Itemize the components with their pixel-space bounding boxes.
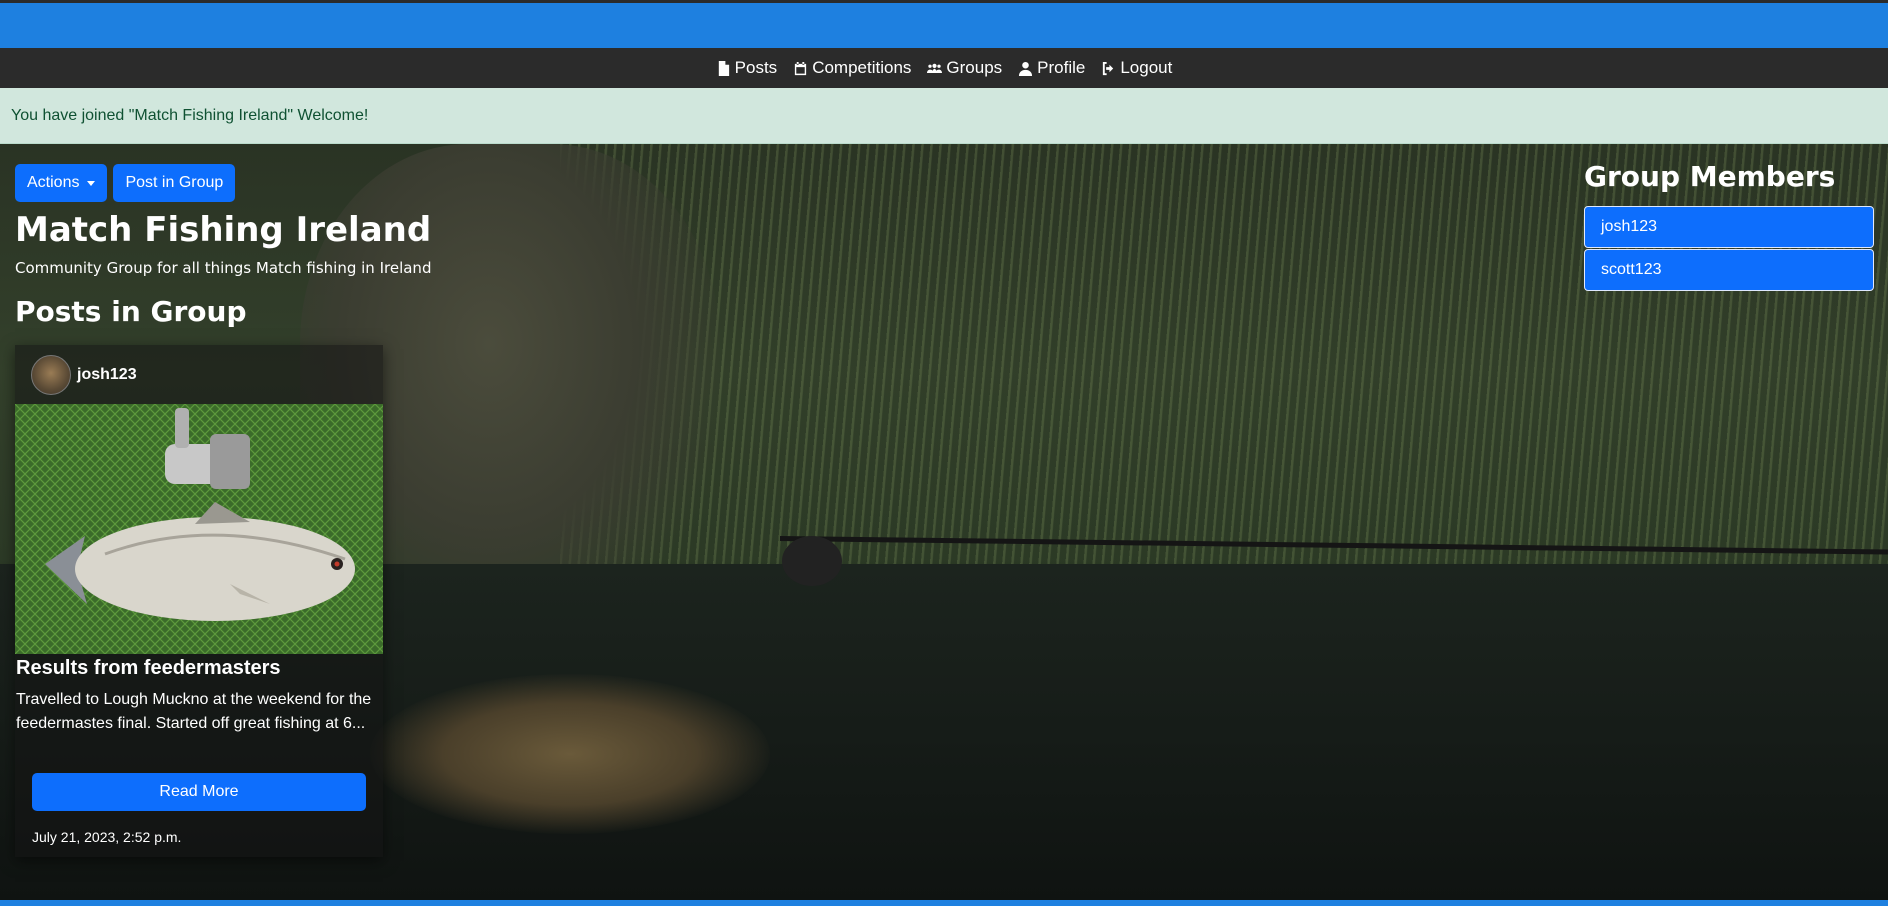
- posts-heading: Posts in Group: [15, 295, 247, 328]
- users-icon: [927, 63, 943, 73]
- read-more-label: Read More: [159, 783, 239, 800]
- nav-logout-label: Logout: [1120, 58, 1173, 77]
- group-description: Community Group for all things Match fis…: [15, 259, 432, 277]
- member-item[interactable]: scott123: [1584, 249, 1874, 291]
- group-title: Match Fishing Ireland: [15, 210, 432, 250]
- nav-profile-label: Profile: [1037, 58, 1086, 77]
- read-more-button[interactable]: Read More: [32, 773, 366, 811]
- nav-profile[interactable]: Profile: [1018, 58, 1085, 78]
- fish-photo: [15, 404, 383, 654]
- user-icon: [1019, 61, 1033, 76]
- member-list: josh123 scott123: [1584, 206, 1874, 292]
- avatar: [31, 355, 71, 395]
- post-image: [15, 404, 383, 654]
- nav-groups-label: Groups: [946, 58, 1003, 77]
- alert-text: You have joined "Match Fishing Ireland" …: [11, 106, 369, 124]
- post-author[interactable]: josh123: [31, 355, 137, 395]
- nav-competitions-label: Competitions: [812, 58, 912, 77]
- post-in-group-label: Post in Group: [125, 174, 224, 191]
- nav-posts[interactable]: Posts: [716, 58, 778, 78]
- nav-logout[interactable]: Logout: [1101, 58, 1172, 78]
- main-nav: Posts Competitions Groups Profile Logout: [0, 48, 1888, 88]
- top-bar: [0, 0, 1888, 48]
- success-alert: You have joined "Match Fishing Ireland" …: [0, 88, 1888, 144]
- post-in-group-button[interactable]: Post in Group: [113, 164, 236, 202]
- nav-groups[interactable]: Groups: [927, 58, 1002, 78]
- post-date: July 21, 2023, 2:52 p.m.: [32, 829, 182, 845]
- post-excerpt: Travelled to Lough Muckno at the weekend…: [16, 691, 372, 732]
- post-card: josh123 Results from feedermasters Trave…: [15, 345, 383, 857]
- members-heading: Group Members: [1584, 160, 1836, 193]
- post-title[interactable]: Results from feedermasters: [16, 657, 281, 680]
- author-name: josh123: [77, 366, 137, 383]
- footer-line: [0, 900, 1888, 906]
- nav-posts-label: Posts: [734, 58, 778, 77]
- actions-dropdown-button[interactable]: Actions: [15, 164, 108, 202]
- rock-background: [370, 674, 770, 834]
- fishing-reel: [782, 536, 842, 586]
- nav-competitions[interactable]: Competitions: [793, 58, 911, 78]
- calendar-icon: [795, 61, 807, 75]
- group-actions: Actions Post in Group: [15, 164, 236, 202]
- member-item[interactable]: josh123: [1584, 206, 1874, 248]
- logout-icon: [1103, 61, 1114, 75]
- file-icon: [718, 60, 729, 76]
- actions-label: Actions: [27, 174, 80, 191]
- caret-down-icon: [87, 180, 96, 186]
